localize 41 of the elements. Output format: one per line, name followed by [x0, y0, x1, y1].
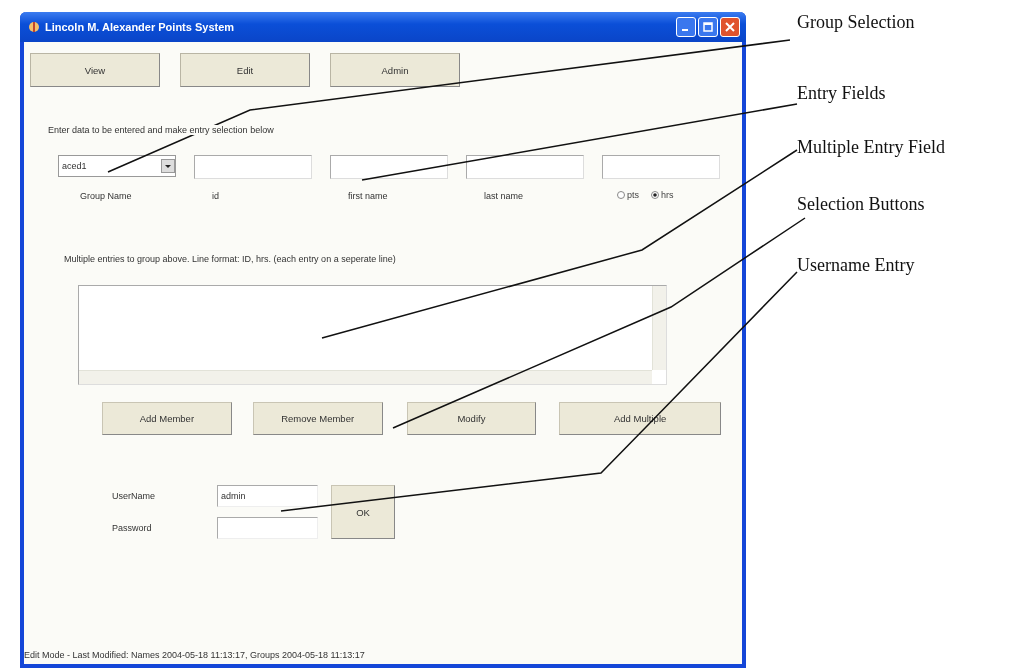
annotation-label: Multiple Entry Field	[797, 137, 945, 158]
minimize-button[interactable]	[676, 17, 696, 37]
maximize-button[interactable]	[698, 17, 718, 37]
field-label: Group Name	[79, 191, 133, 201]
status-text: Edit Mode - Last Modified: Names 2004-05-18 11:13:17, Groups 2004-05-18 11:13:17	[24, 650, 366, 662]
action-button[interactable]: Remove Member	[252, 402, 383, 435]
annotation-label: Username Entry	[797, 255, 916, 276]
input-field[interactable]	[194, 155, 312, 179]
password-field[interactable]	[217, 517, 318, 539]
maximize-icon	[703, 22, 713, 32]
mode-button[interactable]: View	[30, 53, 160, 87]
annotation-label: Selection Buttons	[797, 194, 926, 215]
annotation-label: Group Selection	[797, 12, 916, 33]
close-button[interactable]	[720, 17, 740, 37]
radio-option[interactable]: hrs	[651, 189, 674, 201]
field-label: id	[211, 191, 220, 201]
username-label: UserName	[112, 491, 156, 501]
action-button[interactable]: Add Member	[102, 402, 232, 435]
radio-option[interactable]: pts	[617, 189, 639, 201]
input-field[interactable]	[330, 155, 448, 179]
instruction-text: Multiple entries to group above. Line format: ID, hrs. (each entry on a seperate line)	[64, 254, 397, 264]
annotation-label: Entry Fields	[797, 83, 887, 104]
instruction-text: Enter data to be entered and make entry selection below	[48, 125, 274, 135]
mode-button[interactable]: Admin	[330, 53, 460, 87]
action-button[interactable]: Modify	[406, 402, 537, 435]
multi-entry-field[interactable]	[78, 285, 667, 385]
ok-button[interactable]: OK	[331, 485, 395, 539]
scrollbar[interactable]	[79, 370, 652, 384]
field-label: first name	[347, 191, 389, 201]
caret-icon	[161, 159, 175, 173]
input-field[interactable]	[466, 155, 584, 179]
scrollbar[interactable]	[652, 286, 666, 370]
close-icon	[725, 22, 735, 32]
mode-button[interactable]: Edit	[180, 53, 310, 87]
input-field[interactable]	[602, 155, 720, 179]
password-label: Password	[112, 523, 153, 533]
field-label: last name	[483, 191, 525, 201]
group-dropdown[interactable]: aced1	[58, 155, 176, 177]
app-icon	[28, 21, 40, 33]
window-title: Lincoln M. Alexander Points System	[45, 21, 236, 33]
username-field[interactable]: admin	[217, 485, 318, 507]
